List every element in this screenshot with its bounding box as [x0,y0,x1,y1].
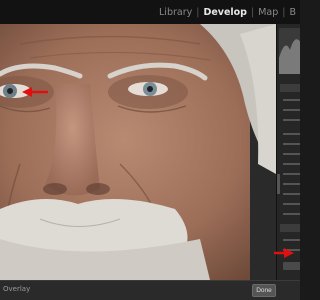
panel-slider[interactable] [283,108,300,113]
module-develop[interactable]: Develop [199,7,251,18]
module-map[interactable]: Map [254,7,282,18]
overlay-label[interactable]: Overlay [3,285,30,293]
module-book[interactable]: B [285,7,300,18]
panel-slider[interactable] [283,172,300,177]
portrait-image [0,24,276,280]
panel-section-header[interactable] [280,224,300,232]
panel-slider[interactable] [283,98,300,103]
panel-slider[interactable] [283,192,300,197]
panel-scroll-marker[interactable] [277,174,280,194]
panel-button[interactable] [283,262,300,270]
panel-slider[interactable] [283,132,300,137]
develop-panel [276,24,300,280]
module-picker: Library | Develop | Map | B [155,0,300,24]
panel-slider[interactable] [283,182,300,187]
module-picker-bar: Library | Develop | Map | B [0,0,300,24]
panel-slider[interactable] [283,152,300,157]
red-arrow-icon [274,248,294,258]
panel-section-header[interactable] [280,84,300,92]
histogram [279,28,300,74]
module-library[interactable]: Library [155,7,196,18]
panel-slider[interactable] [283,238,300,243]
panel-slider[interactable] [283,142,300,147]
bottom-toolbar: Overlay Done [0,280,300,300]
panel-slider[interactable] [283,202,300,207]
panel-slider[interactable] [283,162,300,167]
panel-slider[interactable] [283,118,300,123]
photo-preview[interactable] [0,24,276,280]
panel-slider[interactable] [283,212,300,217]
done-button[interactable]: Done [252,284,276,297]
